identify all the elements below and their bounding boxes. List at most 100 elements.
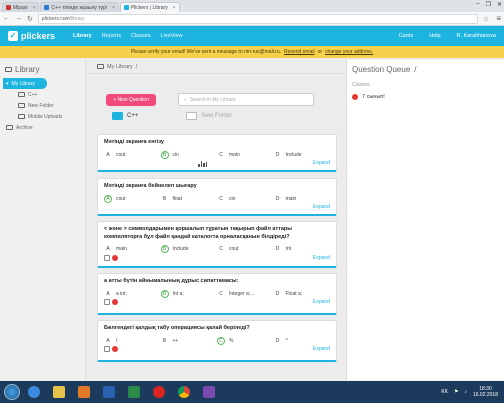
- sidebar-title: Library: [0, 60, 85, 78]
- taskbar-chrome[interactable]: [173, 383, 195, 401]
- reload-icon[interactable]: ↻: [27, 15, 33, 23]
- user-menu[interactable]: R. Karakhanova: [457, 33, 496, 39]
- card-footer: Expand: [98, 159, 336, 170]
- taskbar-word[interactable]: [98, 383, 120, 401]
- close-icon[interactable]: ×: [32, 5, 35, 11]
- url-field[interactable]: plickers.com/library: [37, 13, 479, 24]
- nav-reports[interactable]: Reports: [102, 33, 121, 39]
- window-controls: – ❐ ✕: [476, 1, 502, 8]
- language-indicator[interactable]: KK: [441, 389, 448, 395]
- taskbar-ie[interactable]: [23, 383, 45, 401]
- nav-classes[interactable]: Classes: [131, 33, 151, 39]
- expand-link[interactable]: Expand: [313, 255, 330, 261]
- search-input[interactable]: ⌕ Search in My Library: [178, 93, 314, 106]
- option-b: B ++: [161, 337, 218, 345]
- sidebar-title-text: Library: [15, 65, 40, 74]
- expand-link[interactable]: Expand: [313, 160, 330, 166]
- sidebar-item-new-folder[interactable]: New Folder: [0, 100, 85, 111]
- folder-new[interactable]: New Folder: [186, 112, 232, 120]
- expand-link[interactable]: Expand: [313, 204, 330, 210]
- sidebar-item-my-library[interactable]: ▾ My Library: [3, 78, 47, 89]
- browser-tab-0[interactable]: Mipaw ×: [2, 2, 40, 12]
- question-text: a атты бүтін айнымалының дұрыс сипаттама…: [104, 278, 239, 284]
- class-item[interactable]: 7 сынып!: [347, 92, 504, 102]
- new-question-button[interactable]: + New Question: [106, 93, 156, 106]
- card-footer: Expand: [98, 298, 336, 309]
- queue-title-text: Question Queue: [352, 65, 411, 74]
- folder-icon: [112, 112, 123, 120]
- taskbar-explorer[interactable]: [48, 383, 70, 401]
- taskbar-excel[interactable]: [123, 383, 145, 401]
- queue-icon[interactable]: [104, 299, 110, 305]
- forward-icon[interactable]: →: [15, 15, 22, 22]
- nav-help[interactable]: Help: [429, 33, 440, 39]
- option-d: D Int: [274, 245, 331, 253]
- star-icon[interactable]: ☆: [483, 15, 489, 23]
- option-text: cout: [116, 151, 126, 158]
- folder-icon: [5, 67, 12, 72]
- queue-icon[interactable]: [104, 254, 110, 261]
- option-text: /: [116, 337, 118, 344]
- option-letter: D: [275, 290, 280, 297]
- option-letter: B: [160, 150, 169, 159]
- option-text: Include: [285, 151, 302, 158]
- queue-sep: /: [414, 65, 417, 74]
- sidebar-item-mobile-uploads[interactable]: Mobile Uploads: [0, 111, 85, 122]
- browser-tab-1[interactable]: C++ тілінде жазылу түрі ×: [40, 2, 119, 12]
- sidebar-item-label: New Folder: [28, 102, 54, 109]
- option-c: Cmain: [217, 151, 274, 159]
- mail-icon: [6, 5, 11, 10]
- taskbar-media[interactable]: [73, 383, 95, 401]
- page-icon: [44, 5, 50, 10]
- browser-tab-2[interactable]: Plickers | Library ×: [119, 2, 180, 12]
- speaker-icon[interactable]: ♪: [464, 389, 467, 395]
- logo-text: plickers: [21, 31, 56, 41]
- nav-liveview[interactable]: LiveView: [161, 33, 183, 39]
- option-letter: C: [217, 336, 225, 345]
- taskbar-opera[interactable]: [148, 383, 170, 401]
- folder-row: C++ New Folder: [112, 112, 232, 120]
- clock[interactable]: 18:30 16.02.2018: [473, 386, 498, 398]
- option-text: cin: [229, 195, 236, 202]
- close-icon[interactable]: ×: [173, 5, 176, 11]
- tab-label: Plickers | Library: [130, 4, 168, 11]
- nav-cards[interactable]: Cards: [399, 33, 414, 39]
- queue-icon[interactable]: [104, 346, 110, 352]
- question-card-3[interactable]: < және > символдарымен қоршалып тұратын …: [97, 221, 337, 268]
- tab-label: C++ тілінде жазылу түрі: [51, 4, 107, 11]
- close-window-icon[interactable]: ✕: [497, 1, 502, 8]
- close-icon[interactable]: ×: [112, 5, 115, 11]
- start-button[interactable]: [4, 384, 20, 400]
- change-address-link[interactable]: change your address.: [325, 49, 373, 55]
- option-a: Acout: [104, 151, 161, 159]
- question-card-1[interactable]: Мәтінді экранға енгізу Acout Bcin Cmain …: [97, 134, 337, 172]
- option-a: Amain: [104, 245, 161, 253]
- folder-cpp[interactable]: C++: [112, 112, 138, 120]
- expand-link[interactable]: Expand: [313, 299, 330, 305]
- question-card-5[interactable]: Бөлгендегі қалдық табу операциясы қалай …: [97, 320, 337, 362]
- option-letter: C: [219, 151, 223, 158]
- option-text: Integer a;...: [229, 290, 255, 297]
- question-card-2[interactable]: Мәтінді экранға бейнелеп шығару Acout Bf…: [97, 178, 337, 216]
- taskbar-app[interactable]: [198, 383, 220, 401]
- resend-email-link[interactable]: Resend email: [284, 49, 315, 55]
- verify-text: Please verify your email! We've sent a m…: [130, 49, 282, 55]
- question-card-4[interactable]: a атты бүтін айнымалының дұрыс сипаттама…: [97, 273, 337, 315]
- nav-library[interactable]: Library: [73, 33, 92, 39]
- sidebar-item-cpp[interactable]: C++: [0, 89, 85, 100]
- report-icon[interactable]: [198, 161, 207, 167]
- back-icon[interactable]: ←: [3, 15, 10, 22]
- sidebar-item-archive[interactable]: Archive: [0, 122, 85, 133]
- option-letter: A: [106, 151, 110, 158]
- browser-menu-icon[interactable]: ≡: [496, 14, 501, 23]
- maximize-icon[interactable]: ❐: [486, 1, 491, 8]
- verify-or: or: [317, 49, 323, 55]
- queued-indicator: [112, 299, 118, 305]
- folder-label: C++: [127, 113, 139, 119]
- option-letter: A: [106, 290, 110, 297]
- windows-taskbar: KK ⚑ ♪ 18:30 16.02.2018: [0, 381, 504, 403]
- plickers-logo[interactable]: ✓ plickers: [8, 31, 55, 41]
- minimize-icon[interactable]: –: [476, 1, 479, 8]
- expand-link[interactable]: Expand: [313, 346, 330, 352]
- flag-icon[interactable]: ⚑: [454, 389, 458, 395]
